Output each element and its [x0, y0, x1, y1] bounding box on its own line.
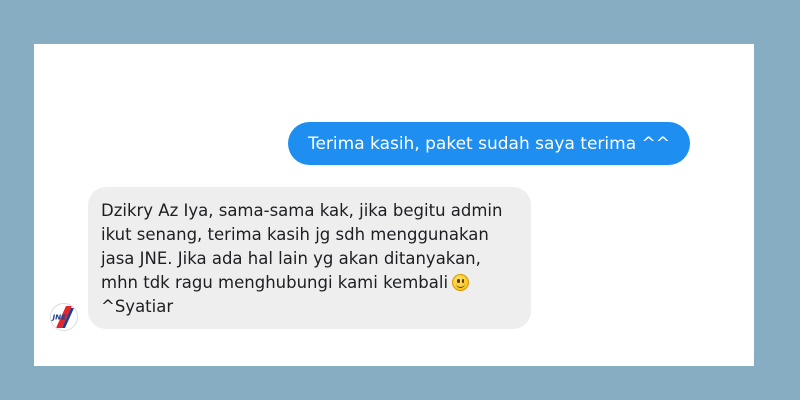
- incoming-message-line: Dzikry Az Iya, sama-sama kak, jika begit…: [101, 201, 503, 220]
- incoming-message-bubble[interactable]: Dzikry Az Iya, sama-sama kak, jika begit…: [88, 187, 531, 329]
- outgoing-message-text: Terima kasih, paket sudah saya terima ^^: [307, 134, 670, 154]
- chat-panel: Terima kasih, paket sudah saya terima ^^…: [34, 44, 754, 366]
- incoming-message-line: mhn tdk ragu menghubungi kami kembali: [101, 273, 449, 292]
- incoming-message-line-with-emoji: mhn tdk ragu menghubungi kami kembali: [101, 271, 513, 295]
- incoming-message-line: ikut senang, terima kasih jg sdh menggun…: [101, 225, 489, 244]
- jne-logo-icon[interactable]: JNE: [50, 303, 78, 331]
- incoming-message-line: jasa JNE. Jika ada hal lain yg akan dita…: [101, 249, 481, 268]
- outgoing-message-bubble[interactable]: Terima kasih, paket sudah saya terima ^^: [287, 122, 690, 165]
- incoming-message-signature: ^Syatiar: [101, 297, 174, 316]
- smiling-face-icon: [452, 274, 470, 291]
- jne-logo-graphic: JNE: [51, 304, 77, 330]
- jne-logo-text: JNE: [51, 313, 66, 322]
